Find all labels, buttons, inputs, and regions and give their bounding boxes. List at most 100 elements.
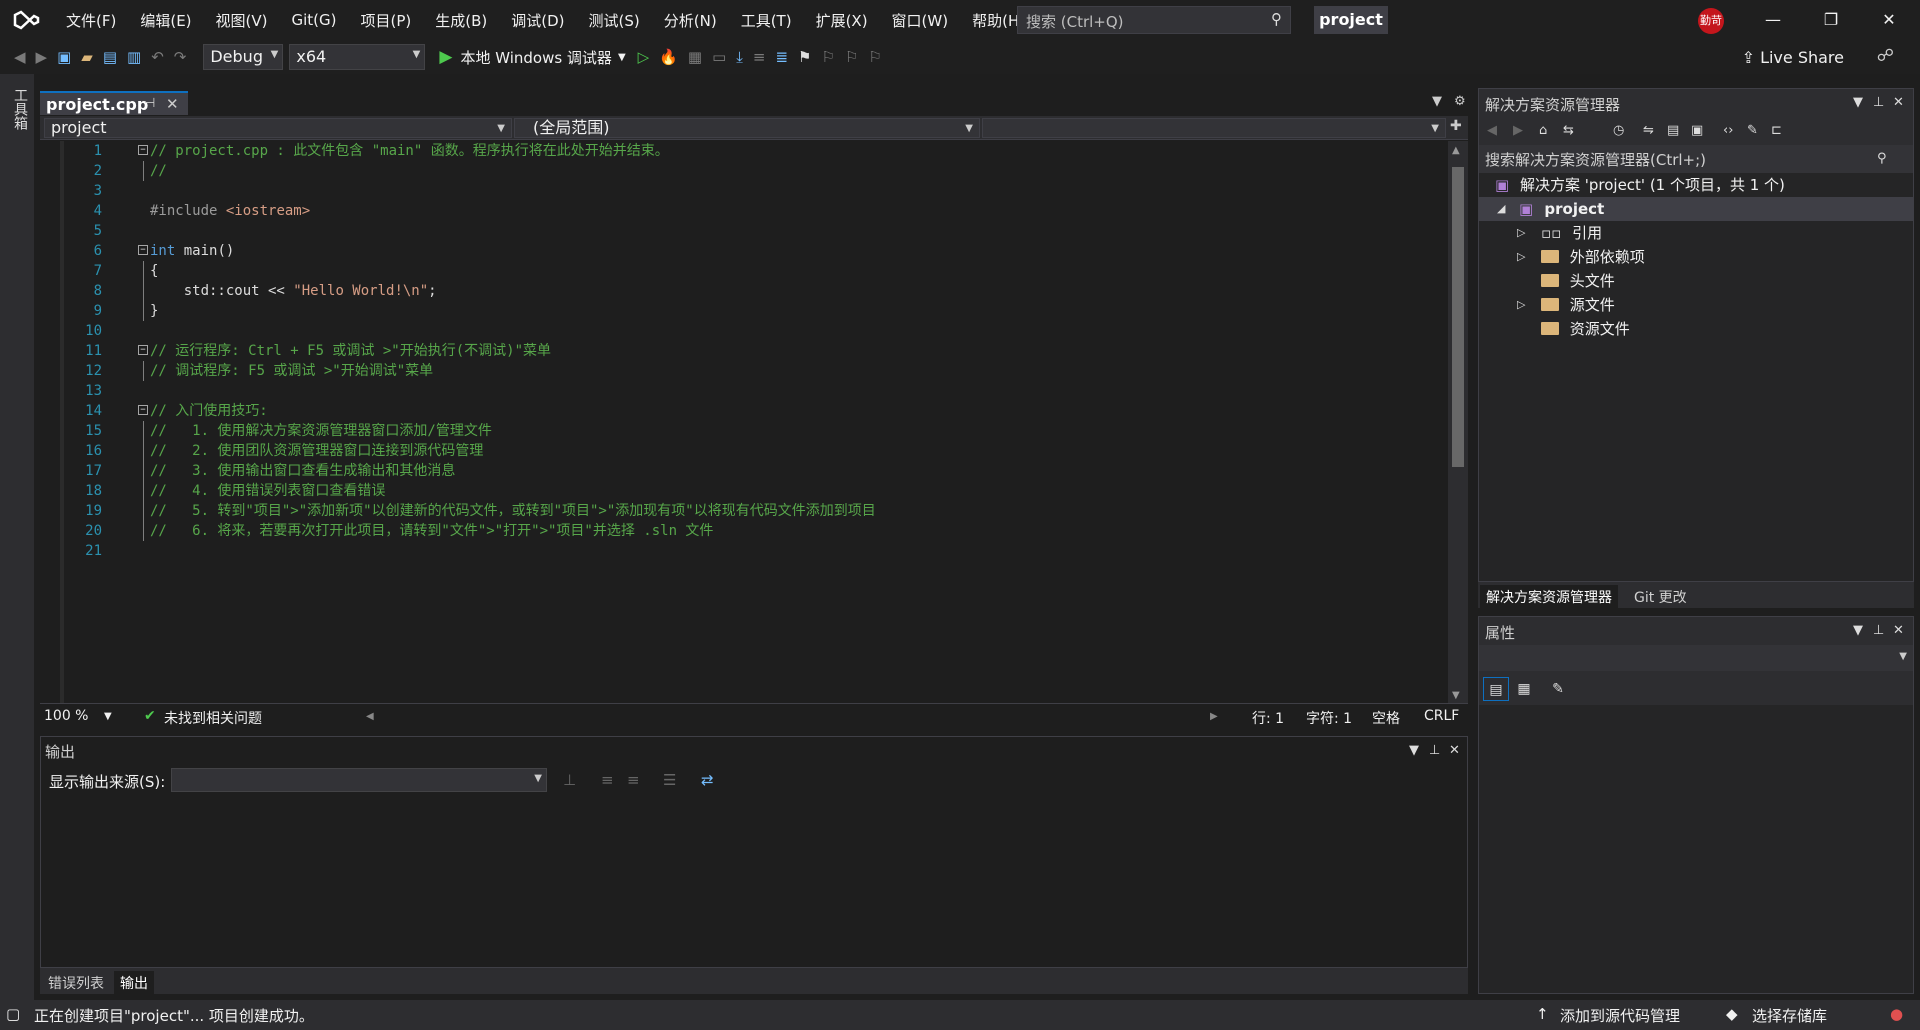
comment-icon[interactable]: ≡	[753, 48, 766, 66]
browse-icon[interactable]: ▦	[688, 48, 702, 66]
scroll-right-icon[interactable]: ▶	[1210, 711, 1218, 722]
tree-source-files[interactable]: ▷ 源文件	[1479, 293, 1913, 317]
menu-analyze[interactable]: 分析(N)	[652, 10, 729, 31]
view-code-icon[interactable]: ‹›	[1723, 123, 1733, 138]
back-icon[interactable]: ◀	[1487, 123, 1497, 138]
visual-studio-logo[interactable]	[12, 5, 42, 35]
new-project-icon[interactable]: ▣	[57, 48, 71, 66]
tab-solution-explorer[interactable]: 解决方案资源管理器	[1480, 585, 1618, 609]
redo-icon[interactable]: ↷	[174, 48, 187, 66]
toolbox-tab[interactable]: 工具箱	[10, 88, 30, 130]
categorized-icon[interactable]: ▤	[1483, 677, 1509, 701]
show-all-files-icon[interactable]: ▣	[1691, 123, 1703, 138]
scroll-thumb[interactable]	[1452, 167, 1464, 467]
menu-edit[interactable]: 编辑(E)	[128, 10, 203, 31]
close-icon[interactable]: ✕	[1893, 623, 1904, 638]
collapse-toggle-icon[interactable]: −	[138, 145, 148, 155]
switch-views-icon[interactable]: ⇆	[1563, 123, 1574, 138]
code-line[interactable]: 2 //	[40, 161, 1448, 181]
wrench-icon[interactable]: ✎	[1545, 677, 1571, 701]
zoom-level[interactable]: 100 %	[44, 708, 88, 724]
collapse-toggle-icon[interactable]: −	[138, 345, 148, 355]
code-line[interactable]: 19 // 5. 转到"项目">"添加新项"以创建新的代码文件，或转到"项目">"…	[40, 501, 1448, 521]
hot-reload-icon[interactable]: 🔥	[659, 48, 678, 66]
prev-bookmark-icon[interactable]: ⚐	[822, 48, 835, 66]
code-line[interactable]: 13	[40, 381, 1448, 401]
menu-git[interactable]: Git(G)	[280, 11, 349, 29]
open-folder-icon[interactable]: ▰	[81, 48, 93, 66]
scroll-left-icon[interactable]: ◀	[366, 711, 374, 722]
code-line[interactable]: 14 −// 入门使用技巧:	[40, 401, 1448, 421]
code-line[interactable]: 11 −// 运行程序: Ctrl + F5 或调试 >"开始执行(不调试)"菜单	[40, 341, 1448, 361]
code-line[interactable]: 8 std::cout << "Hello World!\n";	[40, 281, 1448, 301]
avatar[interactable]: 勤苛	[1698, 8, 1724, 34]
close-window-button[interactable]: ✕	[1860, 0, 1918, 40]
properties-wrench-icon[interactable]: ✎	[1747, 123, 1758, 138]
chevron-down-icon[interactable]: ▼	[1853, 623, 1863, 638]
restore-button[interactable]: ❐	[1802, 0, 1860, 40]
forward-icon[interactable]: ▶	[36, 48, 48, 66]
global-scope-dropdown[interactable]: (全局范围) ▼	[514, 118, 980, 138]
tab-project-cpp[interactable]: project.cpp ⊣ ✕	[40, 91, 188, 115]
properties-object-dropdown[interactable]: ▼	[1479, 645, 1913, 671]
undo-icon[interactable]: ↶	[151, 48, 164, 66]
collapsed-arrow-icon[interactable]: ▷	[1517, 293, 1525, 317]
menu-test[interactable]: 测试(S)	[577, 10, 652, 31]
collapse-toggle-icon[interactable]: −	[138, 405, 148, 415]
property-pages-icon[interactable]: ▦	[1511, 677, 1537, 701]
minimize-button[interactable]: —	[1744, 0, 1802, 40]
clear-bookmarks-icon[interactable]: ⚐	[868, 48, 881, 66]
line-indicator[interactable]: 行: 1	[1252, 708, 1284, 728]
collapse-toggle-icon[interactable]: −	[138, 245, 148, 255]
menu-window[interactable]: 窗口(W)	[880, 10, 961, 31]
live-share-button[interactable]: ⇪ Live Share	[1742, 48, 1844, 67]
start-debugging-button[interactable]: ▶ 本地 Windows 调试器 ▼	[439, 47, 625, 68]
clear-all-icon[interactable]: ☰	[663, 771, 676, 789]
code-line[interactable]: 5	[40, 221, 1448, 241]
forward-icon[interactable]: ▶	[1513, 123, 1523, 138]
code-line[interactable]: 21	[40, 541, 1448, 561]
close-icon[interactable]: ✕	[166, 95, 179, 113]
collapse-all-icon[interactable]: ▤	[1667, 123, 1679, 138]
chevron-down-icon[interactable]: ▼	[1409, 743, 1419, 758]
close-icon[interactable]: ✕	[1449, 743, 1460, 758]
issues-status[interactable]: 未找到相关问题	[164, 708, 262, 728]
split-icon[interactable]: ✚	[1450, 118, 1462, 134]
pin-icon[interactable]: ⊥	[1873, 95, 1884, 110]
bookmark-icon[interactable]: ⚑	[798, 48, 811, 66]
code-line[interactable]: 20 // 6. 将来，若要再次打开此项目，请转到"文件">"打开">"项目"并选…	[40, 521, 1448, 541]
notification-icon[interactable]: ▢	[6, 1005, 20, 1023]
menu-project[interactable]: 项目(P)	[349, 10, 424, 31]
whitespace-indicator[interactable]: 空格	[1372, 708, 1400, 728]
settings-gear-icon[interactable]: ⚙	[1454, 94, 1466, 109]
select-repository[interactable]: 选择存储库	[1752, 1005, 1827, 1026]
menu-view[interactable]: 视图(V)	[204, 10, 280, 31]
code-editor[interactable]: 1−// project.cpp : 此文件包含 "main" 函数。程序执行将…	[40, 141, 1448, 703]
collapsed-arrow-icon[interactable]: ▷	[1517, 245, 1525, 269]
word-wrap-icon[interactable]: ⇄	[701, 771, 714, 789]
code-line[interactable]: 16 // 2. 使用团队资源管理器窗口连接到源代码管理	[40, 441, 1448, 461]
menu-debug[interactable]: 调试(D)	[499, 10, 576, 31]
tree-resource-files[interactable]: 资源文件	[1479, 317, 1913, 341]
bell-icon[interactable]: ●	[1890, 1005, 1903, 1023]
tab-output[interactable]: 输出	[114, 971, 154, 995]
code-line[interactable]: 18 // 4. 使用错误列表窗口查看错误	[40, 481, 1448, 501]
code-line[interactable]: 4 #include <iostream>	[40, 201, 1448, 221]
collapsed-arrow-icon[interactable]: ▷	[1517, 221, 1525, 245]
menu-tools[interactable]: 工具(T)	[729, 10, 804, 31]
tree-solution[interactable]: ▣ 解决方案 'project' (1 个项目，共 1 个)	[1479, 173, 1913, 197]
step-icon[interactable]: ⤓	[736, 48, 743, 66]
chevron-down-icon[interactable]: ▼	[1853, 95, 1863, 110]
line-ending-indicator[interactable]: CRLF	[1424, 708, 1459, 724]
expanded-arrow-icon[interactable]: ◢	[1497, 197, 1505, 221]
code-line[interactable]: 6 − int main()	[40, 241, 1448, 261]
chevron-down-icon[interactable]: ▼	[104, 711, 112, 722]
tab-git-changes[interactable]: Git 更改	[1628, 585, 1693, 609]
goto-icon[interactable]: ⊥	[563, 771, 576, 789]
code-line[interactable]: 15 // 1. 使用解决方案资源管理器窗口添加/管理文件	[40, 421, 1448, 441]
start-without-debugging-icon[interactable]: ▷	[638, 48, 650, 66]
next-message-icon[interactable]: ≡	[627, 771, 640, 789]
menu-extensions[interactable]: 扩展(X)	[804, 10, 880, 31]
code-line[interactable]: 9}	[40, 301, 1448, 321]
back-icon[interactable]: ◀	[14, 48, 26, 66]
